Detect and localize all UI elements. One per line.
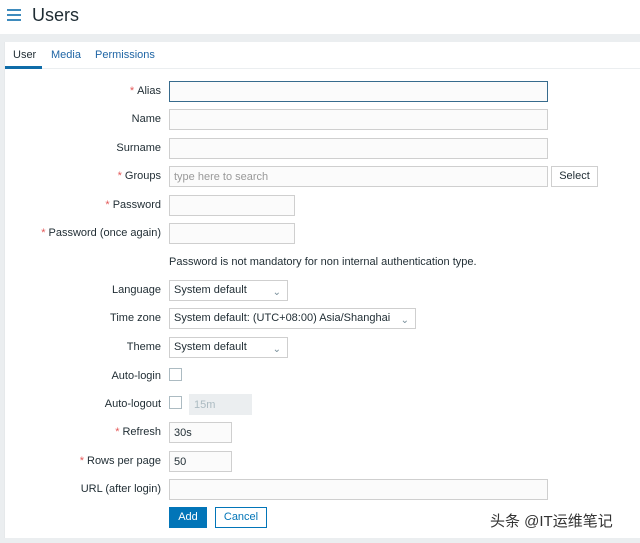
- password-again-label: Password (once again): [48, 227, 161, 239]
- url-row: URL (after login): [5, 479, 640, 501]
- timezone-label: Time zone: [110, 312, 161, 324]
- password-row: * Password: [5, 195, 640, 217]
- rows-per-page-row: * Rows per page: [5, 451, 640, 473]
- auto-login-row: Auto-login: [5, 366, 640, 388]
- required-marker: *: [129, 85, 135, 97]
- chevron-down-icon: ⌄: [272, 344, 281, 355]
- timezone-row: Time zone System default: (UTC+08:00) As…: [5, 308, 640, 330]
- alias-input[interactable]: [169, 81, 548, 102]
- timezone-select[interactable]: System default: (UTC+08:00) Asia/Shangha…: [169, 308, 416, 329]
- watermark: 头条 @IT运维笔记: [490, 513, 613, 530]
- password-hint-row: Password is not mandatory for non intern…: [5, 253, 640, 275]
- active-tab-indicator: [5, 66, 42, 69]
- surname-label: Surname: [116, 142, 161, 154]
- language-select[interactable]: System default ⌄: [169, 280, 288, 301]
- chevron-down-icon: ⌄: [400, 315, 409, 326]
- cancel-button[interactable]: Cancel: [215, 507, 267, 528]
- alias-label: Alias: [137, 85, 161, 97]
- password-label: Password: [112, 199, 161, 211]
- user-form-panel: User Media Permissions * Alias Name Surna…: [4, 42, 640, 538]
- rows-per-page-label: Rows per page: [87, 455, 161, 467]
- groups-row: *Groups Select: [5, 166, 640, 188]
- name-label: Name: [131, 113, 161, 125]
- language-label: Language: [112, 284, 161, 296]
- language-selected: System default: [174, 284, 247, 296]
- chevron-down-icon: ⌄: [272, 287, 281, 298]
- required-marker: *: [115, 426, 120, 438]
- auto-logout-checkbox[interactable]: [169, 396, 182, 409]
- name-row: Name: [5, 109, 640, 131]
- add-button[interactable]: Add: [169, 507, 207, 528]
- password-again-input[interactable]: [169, 223, 295, 244]
- alias-row: * Alias: [5, 81, 640, 103]
- groups-select-button[interactable]: Select: [551, 166, 598, 187]
- url-label: URL (after login): [80, 483, 161, 495]
- timezone-selected: System default: (UTC+08:00) Asia/Shangha…: [174, 312, 391, 324]
- theme-label: Theme: [126, 341, 161, 353]
- password-input[interactable]: [169, 195, 295, 216]
- password-hint: Password is not mandatory for non intern…: [169, 256, 477, 268]
- refresh-row: * Refresh: [5, 422, 640, 444]
- auto-login-checkbox[interactable]: [169, 368, 182, 381]
- password-again-row: * Password (once again): [5, 223, 640, 245]
- auto-logout-label: Auto-logout: [104, 398, 161, 410]
- page-title: Users: [32, 5, 80, 25]
- required-marker: *: [41, 227, 46, 239]
- theme-row: Theme System default ⌄: [5, 337, 640, 359]
- groups-search-input[interactable]: [169, 166, 548, 187]
- hamburger-menu-icon[interactable]: [7, 9, 21, 21]
- language-row: Language System default ⌄: [5, 280, 640, 302]
- url-input[interactable]: [169, 479, 548, 500]
- refresh-label: Refresh: [122, 426, 161, 438]
- groups-label: Groups: [124, 170, 161, 182]
- refresh-input[interactable]: [169, 422, 232, 443]
- auto-logout-input: [189, 394, 252, 415]
- required-marker: *: [105, 199, 110, 211]
- surname-row: Surname: [5, 138, 640, 160]
- rows-per-page-input[interactable]: [169, 451, 232, 472]
- page-header: Users: [0, 0, 640, 34]
- auto-login-label: Auto-login: [111, 370, 161, 382]
- tab-user[interactable]: User: [13, 49, 36, 61]
- tab-permissions[interactable]: Permissions: [95, 49, 155, 61]
- theme-select[interactable]: System default ⌄: [169, 337, 288, 358]
- name-input[interactable]: [169, 109, 548, 130]
- tab-bar: User Media Permissions: [5, 42, 640, 69]
- required-marker: *: [79, 455, 84, 467]
- auto-logout-row: Auto-logout: [5, 394, 640, 416]
- theme-selected: System default: [174, 341, 247, 353]
- required-marker: *: [117, 170, 122, 182]
- tab-media[interactable]: Media: [51, 49, 81, 61]
- surname-input[interactable]: [169, 138, 548, 159]
